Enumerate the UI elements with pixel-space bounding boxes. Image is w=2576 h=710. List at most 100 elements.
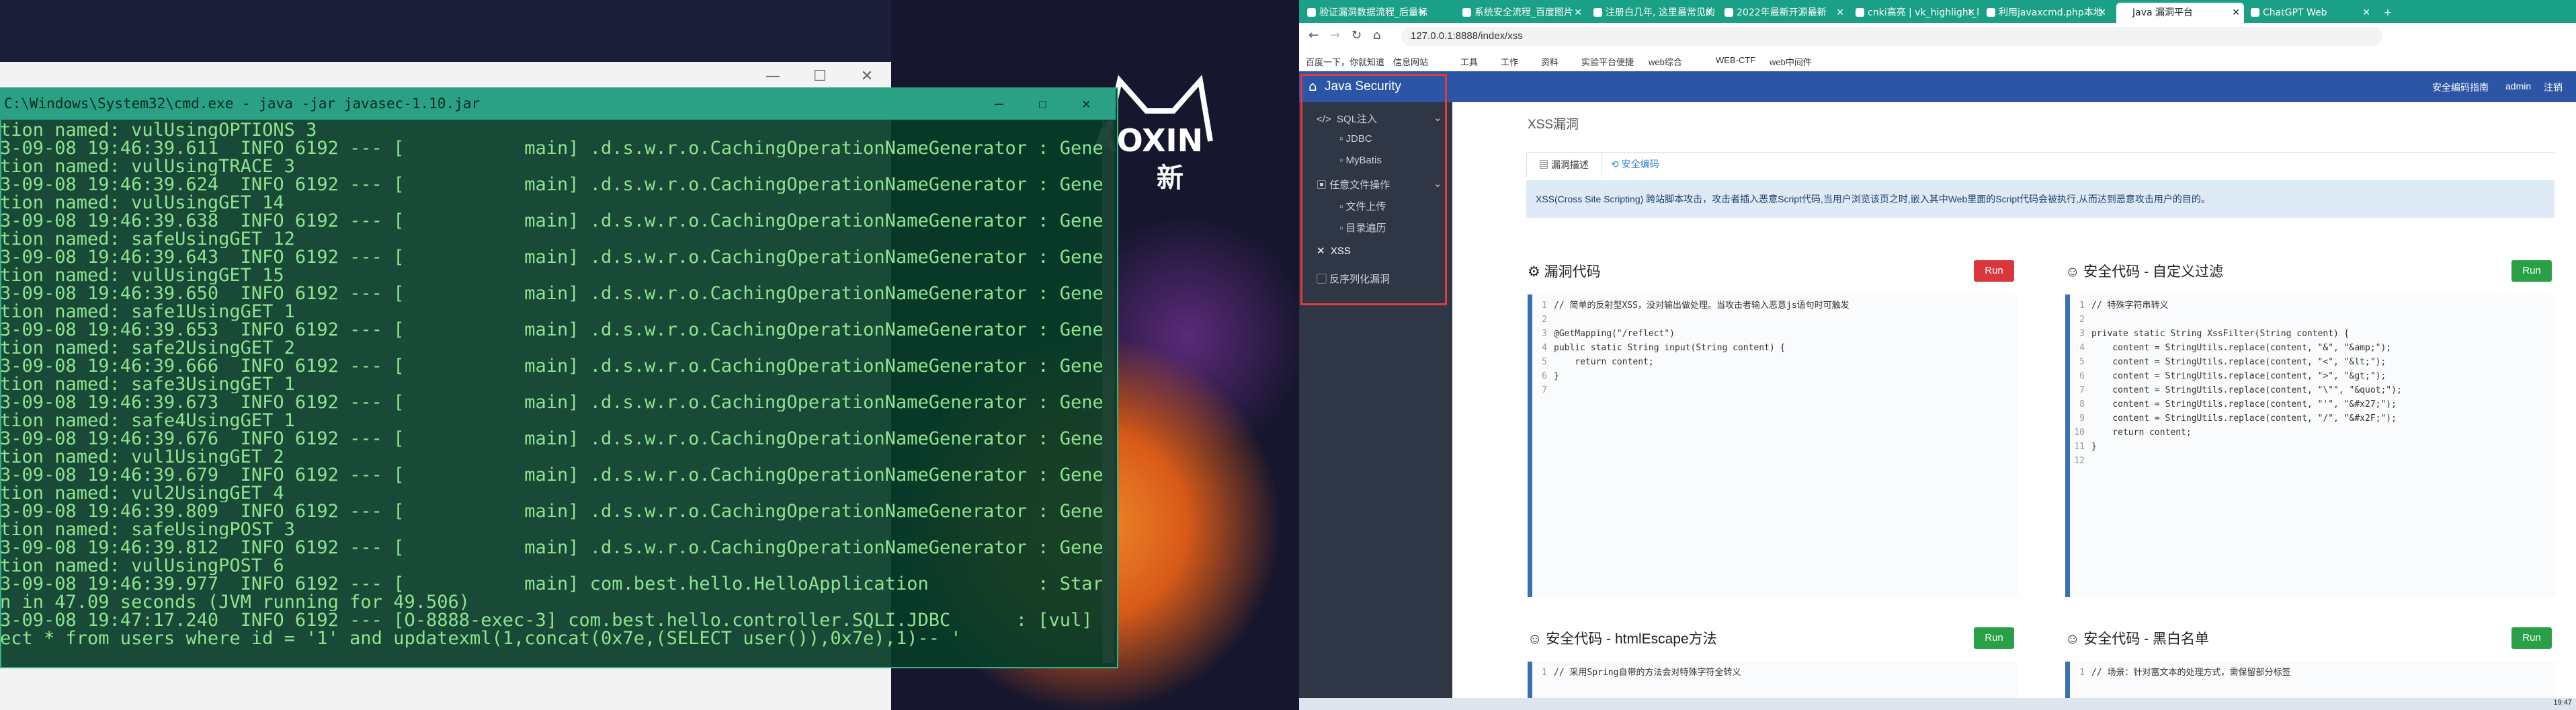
run-button[interactable]: Run (1974, 260, 2014, 282)
bookmark-item[interactable]: web中间件 (1770, 55, 1812, 68)
section-title-text: 安全代码 - htmlEscape方法 (1546, 631, 1717, 647)
code-line: } (1554, 371, 1559, 381)
section-title-html-escape: ☺ 安全代码 - htmlEscape方法 (1528, 631, 1717, 647)
browser-tab[interactable]: 验证漏洞数据流程_后量标 ✕ (1303, 3, 1431, 23)
console-line: n in 47.09 seconds (JVM running for 49.5… (0, 593, 470, 611)
line-number: 12 (2074, 456, 2085, 466)
favicon-icon (1987, 8, 1995, 17)
browser-tab[interactable]: Java 漏洞平台 ✕ (2116, 3, 2244, 23)
console-line: 3-09-08 19:46:39.977 INFO 6192 --- [ mai… (0, 575, 1102, 593)
line-number: 1 (2079, 301, 2085, 311)
cmd-output[interactable]: tion named: vulUsingOPTIONS_3 3-09-08 19:… (0, 121, 1102, 663)
console-line: ect * from users where id = '1' and upda… (0, 629, 962, 647)
cmd-scrollbar[interactable] (1102, 121, 1114, 663)
close-icon[interactable]: ✕ (1574, 3, 1582, 23)
bookmark-item[interactable]: 工具 (1460, 55, 1478, 68)
favicon-icon (1725, 8, 1733, 17)
header-link-secure-guide[interactable]: 安全编码指南 (2432, 81, 2489, 94)
line-number: 7 (2079, 385, 2085, 395)
console-line: tion named: vulUsingOPTIONS_3 (0, 121, 317, 139)
browser-tab[interactable]: 系统安全流程_百度图片 ✕ (1458, 3, 1586, 23)
close-icon[interactable]: ✕ (1419, 3, 1427, 23)
console-line: 3-09-08 19:46:39.624 INFO 6192 --- [ mai… (0, 175, 1102, 194)
console-line: 3-09-08 19:46:39.676 INFO 6192 --- [ mai… (0, 430, 1102, 448)
console-line: tion named: vul1UsingGET_2 (0, 448, 284, 466)
tab-label: cnki高亮 | vk_highlight_l (1868, 7, 1979, 18)
favicon-icon (1856, 8, 1864, 17)
run-button[interactable]: Run (2511, 260, 2552, 282)
line-number: 1 (2079, 668, 2085, 678)
close-icon[interactable]: ✕ (1967, 3, 1975, 23)
console-line: 3-09-08 19:46:39.679 INFO 6192 --- [ mai… (0, 466, 1102, 484)
url-input[interactable]: 127.0.0.1:8888/index/xss (1401, 27, 2382, 46)
run-button[interactable]: Run (2511, 627, 2552, 649)
browser-tab[interactable]: cnki高亮 | vk_highlight_l ✕ (1852, 3, 1979, 23)
console-line: 3-09-08 19:47:17.240 INFO 6192 --- [O-88… (0, 611, 1102, 629)
bookmark-item[interactable]: 百度一下，你就知道 (1306, 55, 1384, 68)
new-tab-icon[interactable]: + (2378, 3, 2399, 23)
taskbar-clock: 19:47 (2553, 699, 2572, 707)
console-line: tion named: safeUsingPOST_3 (0, 520, 295, 539)
tab-label: 安全编码 (1621, 159, 1659, 169)
line-number: 4 (2079, 343, 2085, 353)
code-line: // 场景：针对富文本的处理方式，需保留部分标签 (2091, 668, 2291, 678)
close-icon[interactable]: ✕ (2232, 3, 2240, 23)
run-button[interactable]: Run (1974, 627, 2014, 649)
bookmark-item[interactable]: 信息网站 (1393, 55, 1428, 68)
bookmark-item[interactable]: WEB-CTF (1716, 55, 1755, 65)
browser-tab[interactable]: 注册白几年, 这里最常见的 ✕ (1589, 3, 1717, 23)
browser-tab[interactable]: 2022年最新开源最新 ✕ (1720, 3, 1848, 23)
console-line: tion named: safe3UsingGET_1 (0, 375, 295, 393)
close-icon[interactable]: ✕ (1082, 87, 1091, 120)
close-icon[interactable]: ✕ (2362, 3, 2370, 23)
browser-tab[interactable]: ChatGPT Web ✕ (2247, 3, 2374, 23)
console-line: 3-09-08 19:46:39.666 INFO 6192 --- [ mai… (0, 357, 1102, 375)
line-number: 10 (2074, 428, 2085, 438)
code-line: private static String XssFilter(String c… (2091, 329, 2350, 339)
section-title-whitelist: ☺ 安全代码 - 黑白名单 (2065, 631, 2209, 647)
console-line: tion named: vulUsingTRACE_3 (0, 157, 295, 175)
line-number: 9 (2079, 413, 2085, 424)
header-link-admin[interactable]: admin (2505, 81, 2531, 91)
line-number: 6 (2079, 371, 2085, 381)
home-icon[interactable]: ⌂ (1373, 28, 1380, 42)
code-line: content = StringUtils.replace(content, "… (2091, 357, 2386, 367)
browser-tab[interactable]: 利用javaxcmd.php本地 ✕ (1983, 3, 2110, 23)
line-number: 11 (2074, 442, 2085, 452)
bookmark-item[interactable]: 资料 (1541, 55, 1559, 68)
code-line: } (2091, 442, 2097, 452)
code-line: content = StringUtils.replace(content, "… (2091, 413, 2397, 424)
app-header: ⌂ Java Security 安全编码指南 admin 注销 (1299, 71, 2576, 102)
code-line: @GetMapping("/reflect") (1554, 329, 1675, 339)
reload-icon[interactable]: ↻ (1352, 28, 1362, 42)
close-icon[interactable]: ✕ (1836, 3, 1844, 23)
header-link-logout[interactable]: 注销 (2544, 81, 2563, 94)
code-line: return content; (1554, 357, 1654, 367)
bookmark-item[interactable]: 实验平台便捷 (1581, 55, 1634, 68)
forward-icon[interactable]: → (1330, 28, 1340, 42)
bookmark-item[interactable]: 工作 (1501, 55, 1518, 68)
bookmark-item[interactable]: web综合 (1649, 55, 1682, 68)
console-line: tion named: vulUsingGET_14 (0, 194, 284, 212)
favicon-icon (2251, 8, 2259, 17)
favicon-icon (1462, 8, 1471, 17)
section-title-text: 安全代码 - 黑白名单 (2083, 631, 2209, 647)
code-line: content = StringUtils.replace(content, "… (2091, 371, 2386, 381)
maximize-icon[interactable]: ☐ (1038, 87, 1047, 120)
line-number: 7 (1542, 385, 1547, 395)
back-icon[interactable]: ← (1308, 28, 1319, 42)
line-number: 2 (2079, 315, 2085, 325)
code-line: return content; (2091, 428, 2192, 438)
tab-label: ChatGPT Web (2263, 7, 2327, 18)
tab-description[interactable]: ▤ 漏洞描述 (1526, 152, 1602, 177)
close-icon[interactable]: ✕ (1705, 3, 1713, 23)
close-icon[interactable]: ✕ (2098, 3, 2106, 23)
section-title-text: 安全代码 - 自定义过滤 (2083, 264, 2223, 280)
minimize-icon[interactable]: — (995, 87, 1003, 120)
console-line: 3-09-08 19:46:39.653 INFO 6192 --- [ mai… (0, 321, 1102, 339)
console-line: tion named: vulUsingGET_15 (0, 266, 284, 284)
line-number: 5 (1542, 357, 1547, 367)
tab-secure-code[interactable]: ⟲ 安全编码 (1611, 152, 1659, 176)
code-line: content = StringUtils.replace(content, "… (2091, 343, 2392, 353)
console-line: tion named: safe1UsingGET_1 (0, 303, 295, 321)
